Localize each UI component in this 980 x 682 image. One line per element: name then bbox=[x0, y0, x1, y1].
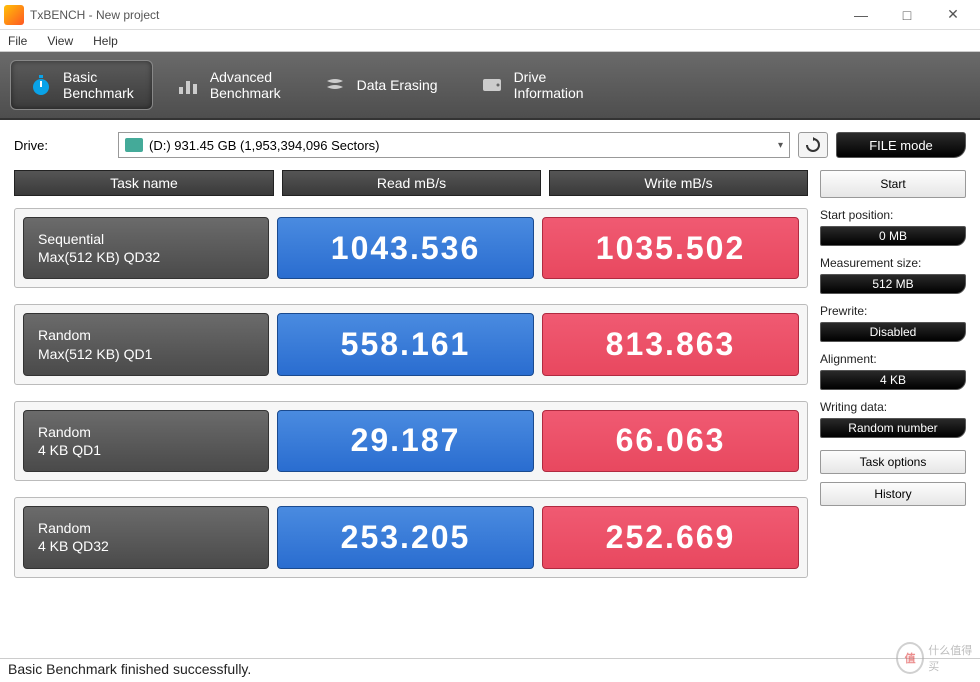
write-value: 813.863 bbox=[542, 313, 799, 375]
watermark: 值 什么值得买 bbox=[896, 638, 976, 678]
writing-data-value[interactable]: Random number bbox=[820, 418, 966, 438]
write-value: 252.669 bbox=[542, 506, 799, 568]
alignment-label: Alignment: bbox=[820, 352, 966, 366]
status-bar: Basic Benchmark finished successfully. bbox=[0, 658, 980, 682]
tab-drive-information[interactable]: Drive Information bbox=[461, 60, 603, 110]
menu-view[interactable]: View bbox=[47, 34, 73, 48]
result-row: Random 4 KB QD1 29.187 66.063 bbox=[14, 401, 808, 481]
measurement-size-label: Measurement size: bbox=[820, 256, 966, 270]
tab-label: Drive Information bbox=[514, 69, 584, 101]
tab-basic-benchmark[interactable]: Basic Benchmark bbox=[10, 60, 153, 110]
start-position-label: Start position: bbox=[820, 208, 966, 222]
menubar: File View Help bbox=[0, 30, 980, 52]
bar-chart-icon bbox=[176, 73, 200, 97]
refresh-icon bbox=[805, 137, 821, 153]
result-row: Sequential Max(512 KB) QD32 1043.536 103… bbox=[14, 208, 808, 288]
minimize-button[interactable]: — bbox=[838, 0, 884, 30]
history-button[interactable]: History bbox=[820, 482, 966, 506]
drive-icon bbox=[480, 73, 504, 97]
header-taskname: Task name bbox=[14, 170, 274, 196]
task-name: Random 4 KB QD32 bbox=[23, 506, 269, 568]
drive-label: Drive: bbox=[14, 138, 110, 153]
close-button[interactable]: ✕ bbox=[930, 0, 976, 30]
tab-advanced-benchmark[interactable]: Advanced Benchmark bbox=[157, 60, 300, 110]
header-read: Read mB/s bbox=[282, 170, 541, 196]
result-row: Random Max(512 KB) QD1 558.161 813.863 bbox=[14, 304, 808, 384]
results-panel: Task name Read mB/s Write mB/s Sequentia… bbox=[14, 170, 808, 594]
tab-label: Advanced Benchmark bbox=[210, 69, 281, 101]
drive-row: Drive: (D:) 931.45 GB (1,953,394,096 Sec… bbox=[0, 120, 980, 164]
chevron-down-icon: ▾ bbox=[778, 140, 783, 151]
writing-data-label: Writing data: bbox=[820, 400, 966, 414]
read-value: 1043.536 bbox=[277, 217, 534, 279]
app-icon bbox=[4, 5, 24, 25]
prewrite-label: Prewrite: bbox=[820, 304, 966, 318]
task-name: Random 4 KB QD1 bbox=[23, 410, 269, 472]
stopwatch-icon bbox=[29, 73, 53, 97]
tab-label: Basic Benchmark bbox=[63, 69, 134, 101]
measurement-size-value[interactable]: 512 MB bbox=[820, 274, 966, 294]
menu-file[interactable]: File bbox=[8, 34, 27, 48]
drive-select[interactable]: (D:) 931.45 GB (1,953,394,096 Sectors) ▾ bbox=[118, 132, 790, 158]
read-value: 253.205 bbox=[277, 506, 534, 568]
erase-icon bbox=[323, 73, 347, 97]
start-button[interactable]: Start bbox=[820, 170, 966, 198]
toolbar: Basic Benchmark Advanced Benchmark Data … bbox=[0, 52, 980, 120]
menu-help[interactable]: Help bbox=[93, 34, 118, 48]
alignment-value[interactable]: 4 KB bbox=[820, 370, 966, 390]
window-title: TxBENCH - New project bbox=[30, 8, 838, 22]
result-row: Random 4 KB QD32 253.205 252.669 bbox=[14, 497, 808, 577]
drive-value: (D:) 931.45 GB (1,953,394,096 Sectors) bbox=[149, 138, 380, 153]
task-options-button[interactable]: Task options bbox=[820, 450, 966, 474]
drive-icon bbox=[125, 138, 143, 152]
prewrite-value[interactable]: Disabled bbox=[820, 322, 966, 342]
tab-data-erasing[interactable]: Data Erasing bbox=[304, 64, 457, 106]
refresh-button[interactable] bbox=[798, 132, 828, 158]
read-value: 29.187 bbox=[277, 410, 534, 472]
write-value: 1035.502 bbox=[542, 217, 799, 279]
task-name: Sequential Max(512 KB) QD32 bbox=[23, 217, 269, 279]
write-value: 66.063 bbox=[542, 410, 799, 472]
tab-label: Data Erasing bbox=[357, 77, 438, 93]
start-position-value[interactable]: 0 MB bbox=[820, 226, 966, 246]
read-value: 558.161 bbox=[277, 313, 534, 375]
file-mode-button[interactable]: FILE mode bbox=[836, 132, 966, 158]
header-write: Write mB/s bbox=[549, 170, 808, 196]
task-name: Random Max(512 KB) QD1 bbox=[23, 313, 269, 375]
titlebar: TxBENCH - New project — □ ✕ bbox=[0, 0, 980, 30]
watermark-icon: 值 bbox=[896, 642, 924, 674]
sidebar: Start Start position: 0 MB Measurement s… bbox=[820, 170, 966, 594]
maximize-button[interactable]: □ bbox=[884, 0, 930, 30]
